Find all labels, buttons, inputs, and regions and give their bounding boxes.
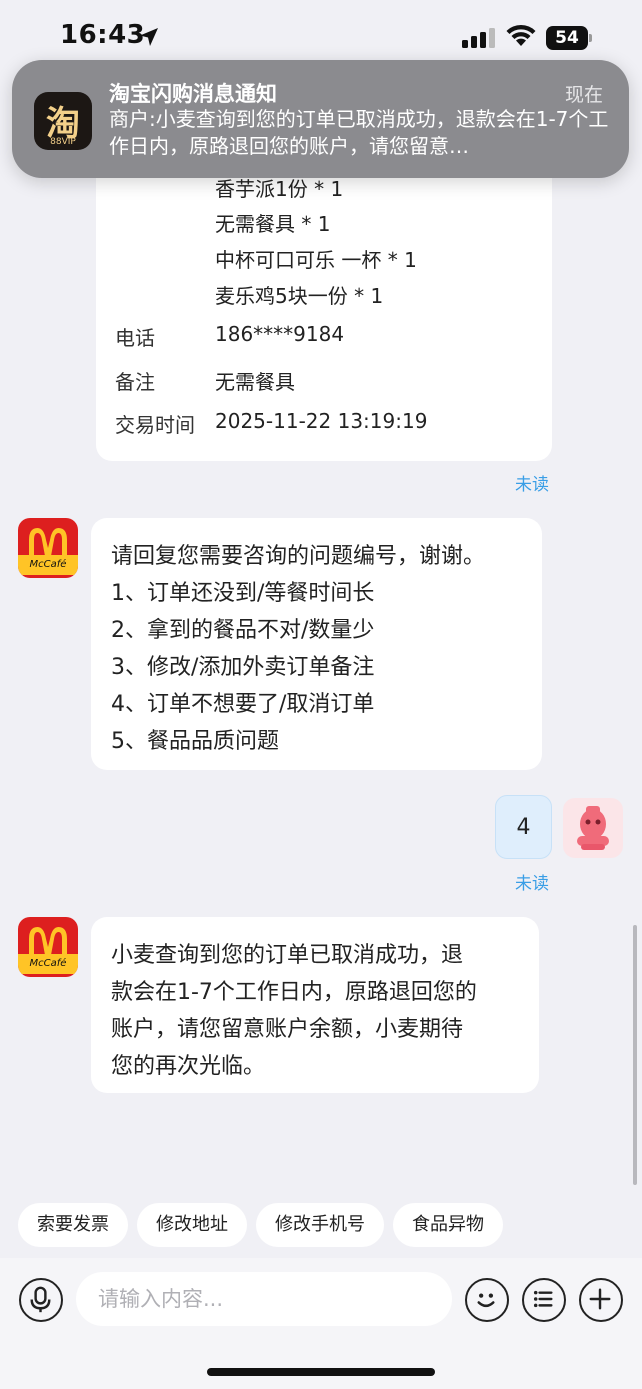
menu-message-bubble: 请回复您需要咨询的问题编号，谢谢。 1、订单还没到/等餐时间长 2、拿到的餐品不… xyxy=(91,518,542,770)
menu-option: 3、修改/添加外卖订单备注 xyxy=(111,655,375,680)
user-reply-bubble: 4 xyxy=(495,795,552,859)
plus-icon xyxy=(589,1288,611,1310)
status-time: 16:43 xyxy=(60,20,146,50)
battery-indicator: 54 xyxy=(546,26,592,50)
message-line: 小麦查询到您的订单已取消成功，退 xyxy=(111,943,464,968)
notification-time: 现在 xyxy=(564,84,603,106)
menu-option: 4、订单不想要了/取消订单 xyxy=(111,692,375,717)
mccafe-label: McCafé xyxy=(18,954,78,974)
trade-time-value: 2025-11-22 13:19:19 xyxy=(215,409,428,433)
emoji-button[interactable] xyxy=(465,1278,509,1322)
notification-body: 商户:小麦查询到您的订单已取消成功，退款会在1-7个工作日内，原路退回您的账户，… xyxy=(109,107,609,158)
taobao-app-icon: 淘 88VIP xyxy=(34,92,92,150)
order-item: 中杯可口可乐 一杯 * 1 xyxy=(215,248,417,272)
phone-value: 186****9184 xyxy=(215,322,345,346)
quick-reply-invoice[interactable]: 索要发票 xyxy=(18,1203,128,1247)
emoji-icon xyxy=(477,1293,495,1308)
microphone-icon xyxy=(30,1286,51,1313)
signal-icon xyxy=(462,28,495,48)
mccafe-label: McCafé xyxy=(18,555,78,575)
message-line: 款会在1-7个工作日内，原路退回您的 xyxy=(111,980,477,1005)
menu-list-icon xyxy=(533,1290,553,1308)
more-button[interactable] xyxy=(579,1278,623,1322)
mcdonalds-logo-icon xyxy=(29,528,67,556)
wifi-icon xyxy=(506,24,536,46)
result-message-bubble: 小麦查询到您的订单已取消成功，退 款会在1-7个工作日内，原路退回您的 账户，请… xyxy=(91,917,539,1093)
order-item: 麦乐鸡5块一份 * 1 xyxy=(215,284,384,308)
scroll-indicator[interactable] xyxy=(633,925,637,1185)
quick-reply-change-address[interactable]: 修改地址 xyxy=(137,1203,247,1247)
mccafe-avatar[interactable]: McCafé xyxy=(18,518,78,578)
message-line: 请回复您需要咨询的问题编号，谢谢。 xyxy=(111,544,486,569)
menu-option: 1、订单还没到/等餐时间长 xyxy=(111,581,375,606)
order-item: 无需餐具 * 1 xyxy=(215,212,331,236)
mccafe-avatar[interactable]: McCafé xyxy=(18,917,78,977)
menu-button[interactable] xyxy=(522,1278,566,1322)
mcdonalds-logo-icon xyxy=(29,927,67,955)
user-avatar[interactable] xyxy=(563,798,623,858)
unread-label: 未读 xyxy=(515,475,549,495)
phone-label: 电话 xyxy=(115,326,155,350)
menu-option: 2、拿到的餐品不对/数量少 xyxy=(111,618,375,643)
notification-title: 淘宝闪购消息通知 xyxy=(109,82,277,106)
battery-level: 54 xyxy=(546,26,588,50)
remark-label: 备注 xyxy=(115,370,155,394)
message-input[interactable] xyxy=(76,1272,452,1326)
message-line: 账户，请您留意账户余额，小麦期待 xyxy=(111,1017,464,1042)
home-indicator[interactable] xyxy=(207,1368,435,1376)
unread-label: 未读 xyxy=(515,874,549,894)
app-icon-badge: 88VIP xyxy=(50,137,76,147)
location-arrow-icon xyxy=(140,28,158,46)
remark-value: 无需餐具 xyxy=(215,370,295,394)
quick-reply-foreign-object[interactable]: 食品异物 xyxy=(393,1203,503,1247)
menu-option: 5、餐品品质问题 xyxy=(111,729,279,754)
message-line: 您的再次光临。 xyxy=(111,1054,266,1079)
trade-time-label: 交易时间 xyxy=(115,413,195,437)
quick-reply-change-phone[interactable]: 修改手机号 xyxy=(256,1203,384,1247)
voice-button[interactable] xyxy=(19,1278,63,1322)
notification-banner[interactable]: 淘 88VIP 淘宝闪购消息通知 现在 商户:小麦查询到您的订单已取消成功，退款… xyxy=(12,60,629,178)
user-avatar-icon xyxy=(577,806,609,850)
